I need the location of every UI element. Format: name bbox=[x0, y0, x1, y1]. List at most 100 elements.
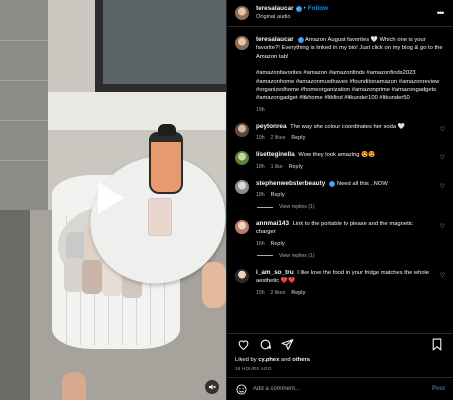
comment-body: i_am_so_tru I like love the food in your… bbox=[256, 269, 433, 296]
comment: peytonrea The way she colour coordinates… bbox=[235, 122, 445, 141]
comment-likes[interactable]: 1 like bbox=[271, 164, 283, 170]
comment-like-heart-icon[interactable]: ♡ bbox=[433, 269, 445, 296]
avatar[interactable] bbox=[235, 220, 249, 235]
post-header-text: teresalaucar ✓ • Follow Original audio bbox=[256, 5, 433, 21]
comment: i_am_so_tru I like love the food in your… bbox=[235, 268, 445, 296]
author-username[interactable]: teresalaucar bbox=[256, 5, 294, 13]
caption-username[interactable]: teresalaucar bbox=[256, 36, 294, 43]
comment-text: peytonrea The way she colour coordinates… bbox=[256, 123, 433, 131]
smiley-icon bbox=[235, 383, 247, 395]
comment-username[interactable]: stephenwebsterbeauty bbox=[256, 180, 325, 187]
save-icon bbox=[432, 338, 442, 351]
avatar[interactable] bbox=[235, 122, 249, 137]
video-can bbox=[64, 258, 84, 292]
comment-composer: Post bbox=[227, 377, 453, 400]
comment-timestamp[interactable]: 15h bbox=[256, 290, 265, 296]
comment-meta: 16h Reply bbox=[256, 241, 433, 247]
caption-body: teresalaucar ✓ Amazon August favorites 🤍 … bbox=[256, 36, 445, 113]
avatar[interactable] bbox=[235, 151, 249, 166]
video-drink-can bbox=[148, 198, 172, 236]
reel-video[interactable] bbox=[0, 0, 226, 400]
comment-likes[interactable]: 2 likes bbox=[271, 290, 286, 296]
reply-button[interactable]: Reply bbox=[291, 290, 305, 296]
comment-username[interactable]: lisetteginella bbox=[256, 151, 295, 158]
comment-text: stephenwebsterbeauty ✓ Need all this ..NO… bbox=[256, 180, 433, 188]
comment-meta: 18h 1 like Reply bbox=[256, 164, 433, 170]
share-icon[interactable] bbox=[279, 337, 295, 353]
comment-likes[interactable]: 2 likes bbox=[271, 135, 286, 141]
view-replies-line bbox=[257, 255, 273, 257]
avatar[interactable] bbox=[235, 36, 249, 50]
comment-message: The way she colour coordinates her soda … bbox=[290, 123, 405, 130]
post-header: teresalaucar ✓ • Follow Original audio •… bbox=[227, 0, 453, 27]
comment-like-heart-icon[interactable]: ♡ bbox=[433, 220, 445, 247]
comment: stephenwebsterbeauty ✓ Need all this ..NO… bbox=[235, 179, 445, 198]
speech-bubble-icon bbox=[260, 339, 271, 350]
verified-badge-icon: ✓ bbox=[295, 6, 302, 12]
comment-text: annmai143 Link to the portable tv please… bbox=[256, 220, 433, 237]
instagram-post-viewer: teresalaucar ✓ • Follow Original audio •… bbox=[0, 0, 453, 400]
follow-button[interactable]: Follow bbox=[308, 5, 328, 13]
bookmark-icon[interactable] bbox=[429, 337, 445, 353]
video-hand-right bbox=[202, 262, 226, 308]
comment-timestamp[interactable]: 18h bbox=[256, 164, 265, 170]
reply-button[interactable]: Reply bbox=[271, 241, 285, 247]
comment-text: lisetteginella Wow they look amazing 😍😍 bbox=[256, 151, 433, 159]
comment-body: lisetteginella Wow they look amazing 😍😍 … bbox=[256, 151, 433, 169]
more-horizontal-icon[interactable]: ••• bbox=[433, 8, 447, 18]
comment-timestamp[interactable]: 16h bbox=[256, 241, 265, 247]
caption: teresalaucar ✓ Amazon August favorites 🤍 … bbox=[235, 36, 445, 113]
post-button[interactable]: Post bbox=[432, 386, 445, 392]
comment-like-heart-icon[interactable]: ♡ bbox=[433, 151, 445, 169]
post-side-panel: teresalaucar ✓ • Follow Original audio •… bbox=[226, 0, 453, 400]
video-can bbox=[82, 260, 102, 294]
comment-input[interactable] bbox=[253, 386, 432, 392]
like-heart-icon[interactable] bbox=[235, 337, 251, 353]
comment-username[interactable]: annmai143 bbox=[256, 220, 289, 227]
audio-label[interactable]: Original audio bbox=[256, 13, 433, 21]
reply-button[interactable]: Reply bbox=[291, 135, 305, 141]
video-window-sill bbox=[48, 92, 226, 130]
comment-icon[interactable] bbox=[257, 337, 273, 353]
liked-by-others[interactable]: others bbox=[292, 357, 310, 363]
comment-timestamp[interactable]: 19h bbox=[256, 135, 265, 141]
reply-button[interactable]: Reply bbox=[271, 192, 285, 198]
caption-timestamp[interactable]: 19h bbox=[256, 107, 265, 113]
view-replies-label: View replies (1) bbox=[279, 204, 315, 211]
comment: annmai143 Link to the portable tv please… bbox=[235, 220, 445, 247]
video-siding bbox=[0, 80, 48, 81]
avatar[interactable] bbox=[235, 268, 249, 283]
mute-button[interactable] bbox=[205, 380, 219, 394]
view-replies-button[interactable]: View replies (1) bbox=[257, 253, 445, 259]
caption-text: teresalaucar ✓ Amazon August favorites 🤍 … bbox=[256, 36, 445, 61]
view-replies-label: View replies (1) bbox=[279, 252, 315, 259]
view-replies-button[interactable]: View replies (1) bbox=[257, 204, 445, 210]
avatar[interactable] bbox=[235, 179, 249, 194]
avatar[interactable] bbox=[235, 6, 249, 20]
separator-dot: • bbox=[303, 6, 306, 12]
heart-icon bbox=[238, 340, 248, 351]
reply-button[interactable]: Reply bbox=[289, 164, 303, 170]
comments-list[interactable]: teresalaucar ✓ Amazon August favorites 🤍 … bbox=[227, 28, 453, 330]
caption-hashtags[interactable]: #amazonfavorites #amazon #amazonfinds #a… bbox=[256, 69, 445, 103]
comment-message: Wow they look amazing 😍😍 bbox=[298, 152, 376, 159]
comment-meta: 19h 2 likes Reply bbox=[256, 135, 433, 141]
speaker-muted-icon bbox=[209, 384, 216, 390]
comment-timestamp[interactable]: 18h bbox=[256, 192, 265, 198]
comment-username[interactable]: i_am_so_tru bbox=[256, 269, 294, 276]
video-siding bbox=[0, 120, 48, 121]
video-hand-bottom bbox=[62, 372, 86, 400]
post-header-row: teresalaucar ✓ • Follow bbox=[256, 5, 433, 13]
comment-meta: 18h Reply bbox=[256, 192, 433, 198]
comment-like-heart-icon[interactable]: ♡ bbox=[433, 180, 445, 198]
video-siding bbox=[0, 160, 48, 161]
caption-meta: 19h bbox=[256, 107, 445, 113]
emoji-button[interactable] bbox=[235, 383, 247, 395]
comment-username[interactable]: peytonrea bbox=[256, 123, 287, 130]
play-icon[interactable] bbox=[98, 182, 124, 214]
post-date[interactable]: 19 HOURS AGO bbox=[235, 366, 272, 371]
liked-by-user[interactable]: cy.phex bbox=[258, 357, 279, 363]
comment-body: stephenwebsterbeauty ✓ Need all this ..NO… bbox=[256, 180, 433, 198]
comment-like-heart-icon[interactable]: ♡ bbox=[433, 123, 445, 141]
video-siding bbox=[0, 40, 48, 41]
